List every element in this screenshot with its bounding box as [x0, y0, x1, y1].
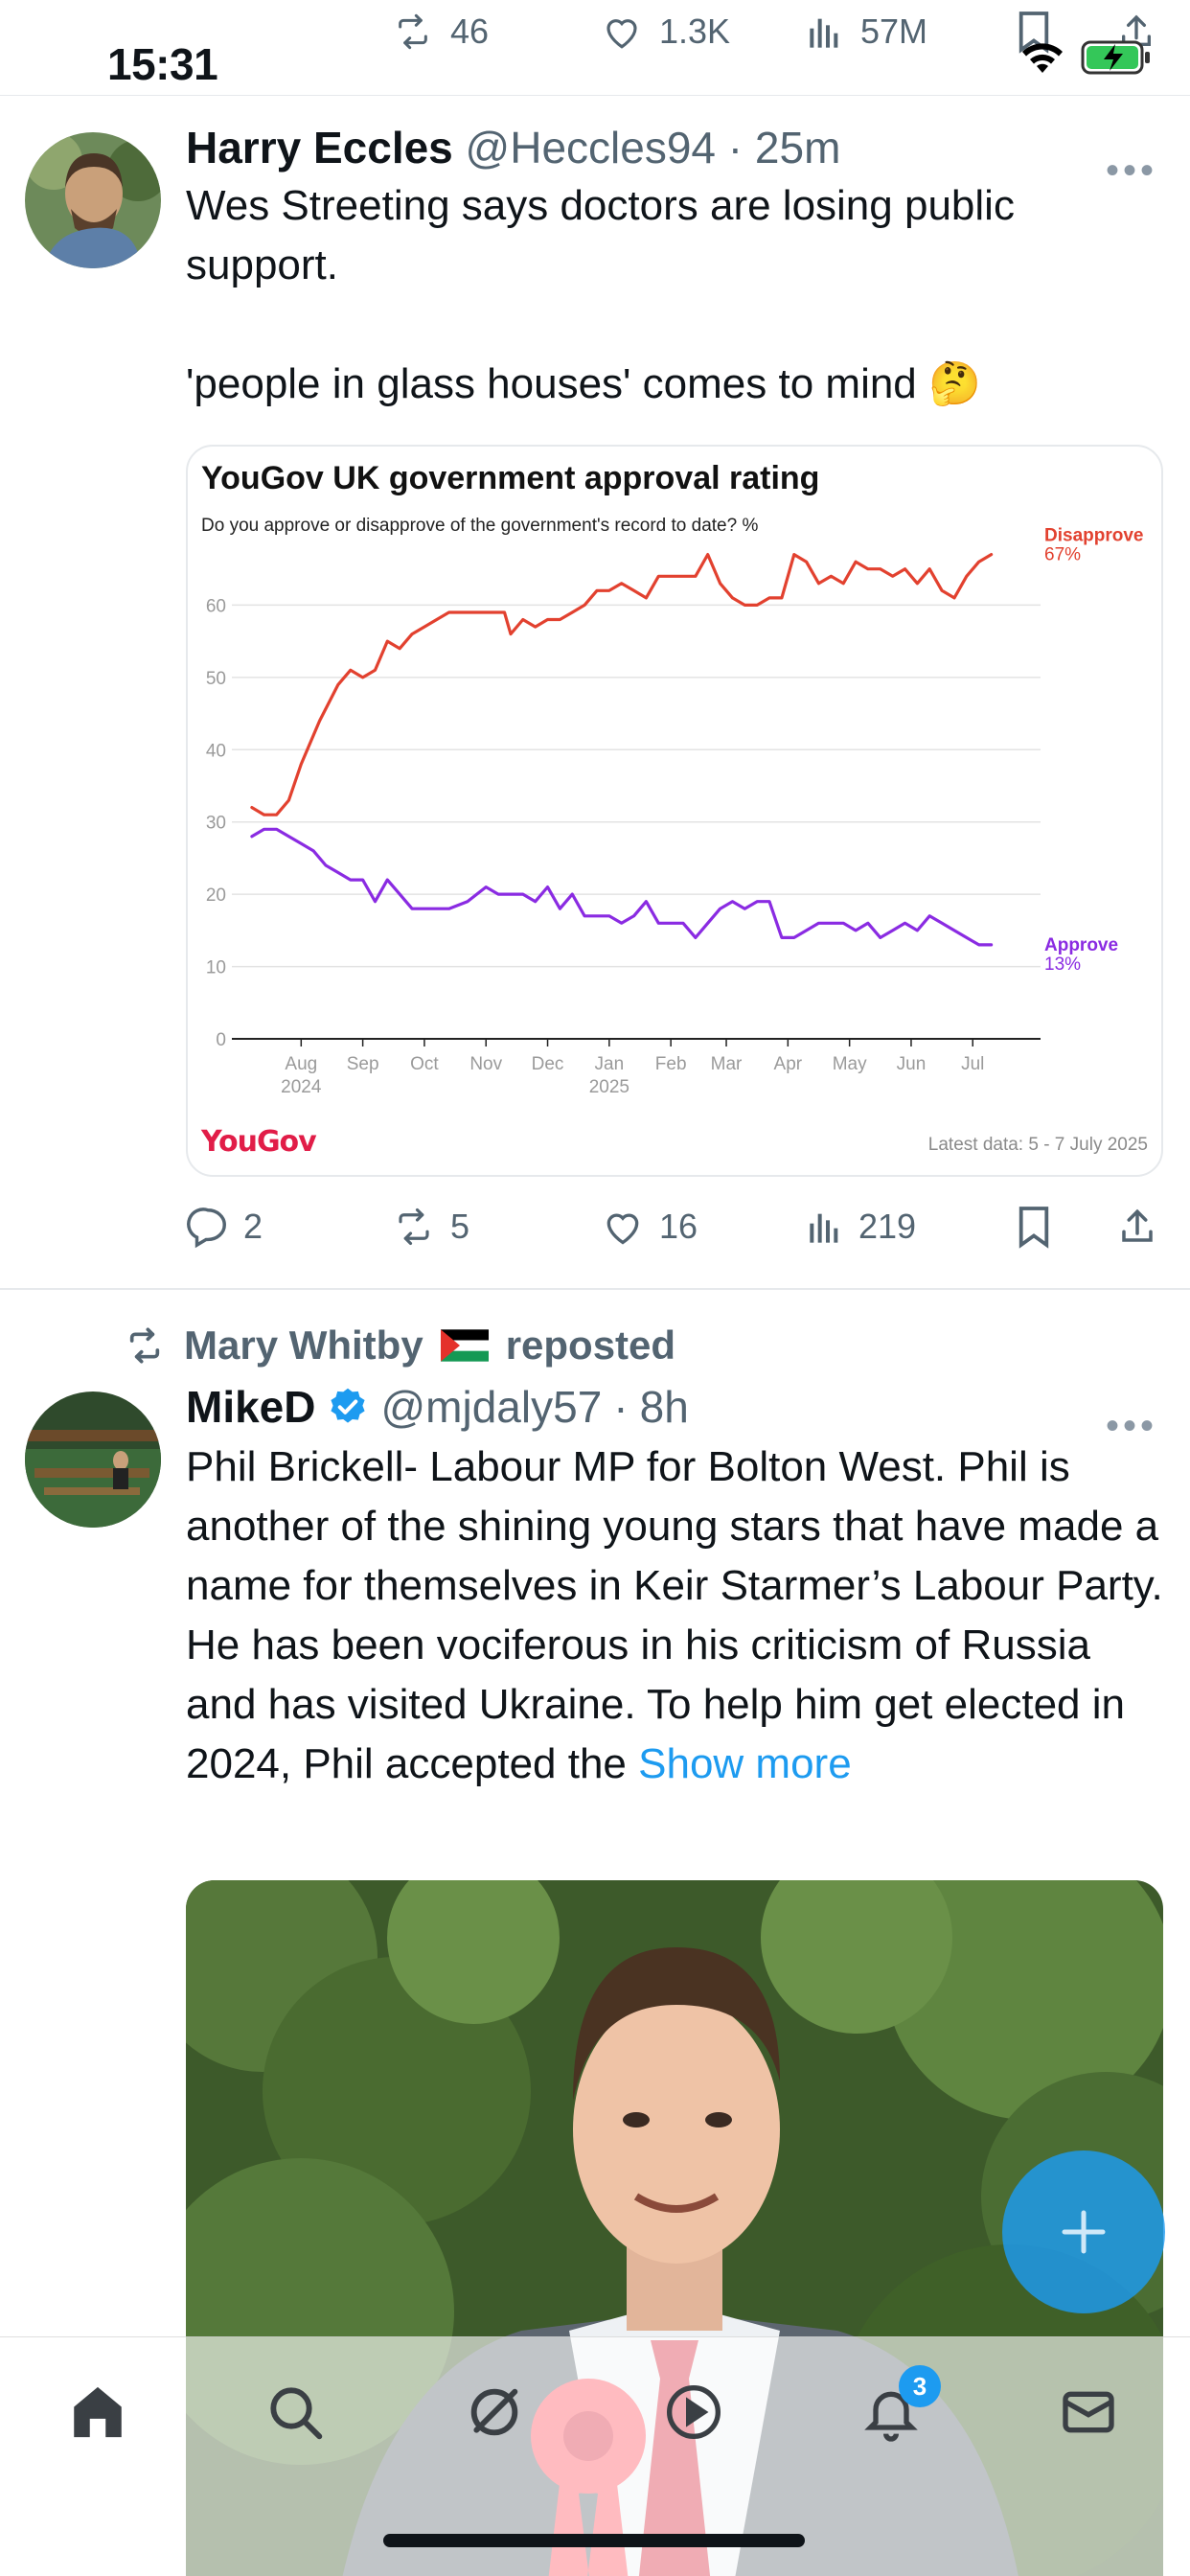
- yougov-logo: YouGov: [201, 1125, 317, 1159]
- y-tick-label: 0: [216, 1030, 226, 1050]
- x-tick-label: May: [833, 1054, 867, 1074]
- retweet-count: 5: [450, 1207, 470, 1246]
- home-icon: [74, 2386, 122, 2438]
- nav-messages[interactable]: [1050, 2374, 1127, 2450]
- retweet-icon: [399, 1208, 429, 1246]
- reposter-name[interactable]: Mary Whitby: [184, 1322, 423, 1368]
- x-tick-sublabel: 2024: [281, 1077, 322, 1097]
- avatar[interactable]: [25, 132, 161, 268]
- tweet-text: Wes Streeting says doctors are losing pu…: [186, 182, 1015, 407]
- views-button[interactable]: 219: [807, 1207, 916, 1247]
- avatar[interactable]: [25, 1392, 161, 1528]
- tweet-header: MikeD @mjdaly57 · 8h: [186, 1380, 1163, 1434]
- repost-indicator[interactable]: Mary Whitby reposted: [123, 1322, 675, 1368]
- latest-data-note: Latest data: 5 - 7 July 2025: [927, 1135, 1148, 1155]
- x-tick-label: Jan: [595, 1054, 625, 1074]
- x-tick-label: Nov: [469, 1054, 502, 1074]
- series-line-approve: [250, 827, 994, 947]
- user-handle[interactable]: @mjdaly57: [380, 1380, 602, 1434]
- top-like-count: 1.3K: [659, 12, 731, 51]
- x-tick-label: Sep: [347, 1054, 379, 1074]
- nav-home[interactable]: [59, 2374, 136, 2450]
- top-bar: 15:31 46 1.3K 57M: [0, 0, 1190, 96]
- verified-badge-icon: [331, 1388, 366, 1423]
- tweet-text: Phil Brickell- Labour MP for Bolton West…: [186, 1438, 1163, 1794]
- top-retweet-count: 46: [450, 12, 490, 51]
- envelope-icon: [1063, 2391, 1114, 2433]
- nav-search[interactable]: [257, 2374, 333, 2450]
- top-views-count: 57M: [860, 12, 928, 51]
- x-tick-label: Mar: [711, 1054, 743, 1074]
- series-label-approve: Approve: [1044, 935, 1118, 955]
- views-count: 219: [858, 1207, 917, 1246]
- wifi-icon: [1022, 43, 1063, 73]
- grok-icon: [470, 2388, 518, 2436]
- approval-line-chart: 0 10 20 30 40 50 60 Aug 2024 Sep Oct Nov Dec Jan 2025 F…: [206, 526, 1144, 1097]
- battery-charging-icon: [1081, 40, 1150, 75]
- separator: ·: [613, 1382, 629, 1432]
- display-name[interactable]: MikeD: [186, 1380, 315, 1434]
- status-time: 15:31: [107, 39, 218, 89]
- search-icon: [270, 2387, 323, 2440]
- y-tick-label: 50: [206, 669, 226, 689]
- display-name[interactable]: Harry Eccles: [186, 123, 453, 172]
- tweet-divider: [0, 1288, 1190, 1290]
- x-tick-sublabel: 2025: [589, 1077, 629, 1097]
- tweet-header: Harry Eccles @Heccles94 · 25m: [186, 121, 1163, 174]
- like-count: 16: [659, 1207, 698, 1246]
- x-tick-label: Aug: [285, 1054, 317, 1074]
- x-tick-label: Dec: [532, 1054, 564, 1074]
- y-tick-label: 10: [206, 958, 226, 978]
- repost-suffix: reposted: [505, 1322, 676, 1368]
- status-icons: [1018, 38, 1152, 77]
- y-tick-label: 60: [206, 596, 226, 616]
- heart-icon: [606, 19, 637, 49]
- play-circle-icon: [667, 2385, 721, 2439]
- plus-icon: [1062, 2210, 1106, 2254]
- retweet-button[interactable]: 5: [391, 1207, 469, 1247]
- home-indicator: [383, 2534, 805, 2547]
- compose-button[interactable]: [1002, 2150, 1165, 2313]
- views-icon: [810, 18, 838, 48]
- reply-icon: [187, 1208, 226, 1249]
- nav-video[interactable]: [655, 2374, 732, 2450]
- reply-count: 2: [243, 1207, 263, 1246]
- show-more-link[interactable]: Show more: [638, 1740, 852, 1787]
- nav-grok[interactable]: [456, 2374, 533, 2450]
- tweet1-actions: 2 5 16 219: [186, 1198, 1163, 1255]
- tweet-time[interactable]: 8h: [640, 1380, 689, 1434]
- top-views-action[interactable]: 57M: [807, 12, 927, 52]
- palestine-flag-icon: [440, 1329, 489, 1362]
- y-tick-label: 30: [206, 814, 226, 834]
- x-tick-label: Jul: [961, 1054, 984, 1074]
- chart-card[interactable]: YouGov UK government approval rating Do …: [186, 445, 1163, 1177]
- share-icon[interactable]: [1117, 1205, 1157, 1249]
- reply-button[interactable]: 2: [186, 1205, 263, 1249]
- series-line-disapprove: [250, 553, 994, 816]
- separator: ·: [727, 123, 744, 172]
- heart-icon: [606, 1213, 639, 1245]
- retweet-icon: [129, 1327, 160, 1364]
- tweet-body-text: Phil Brickell- Labour MP for Bolton West…: [186, 1443, 1175, 1787]
- x-tick-label: Jun: [897, 1054, 927, 1074]
- x-tick-label: Oct: [410, 1054, 439, 1074]
- x-tick-label: Apr: [774, 1054, 803, 1074]
- bookmark-icon[interactable]: [1016, 1205, 1052, 1249]
- series-value-approve: 13%: [1044, 954, 1081, 975]
- like-button[interactable]: 16: [600, 1206, 698, 1248]
- y-tick-label: 20: [206, 886, 226, 906]
- notification-badge: 3: [899, 2365, 941, 2407]
- series-value-disapprove: 67%: [1044, 545, 1081, 565]
- retweet-icon: [399, 13, 427, 50]
- y-tick-label: 40: [206, 741, 226, 761]
- series-label-disapprove: Disapprove: [1044, 526, 1143, 546]
- x-tick-label: Feb: [655, 1054, 687, 1074]
- top-like-action[interactable]: 1.3K: [600, 12, 730, 52]
- tweet-time[interactable]: 25m: [755, 123, 840, 172]
- views-icon: [810, 1213, 838, 1243]
- top-retweet-action[interactable]: 46: [391, 12, 489, 52]
- user-handle[interactable]: @Heccles94: [466, 123, 716, 172]
